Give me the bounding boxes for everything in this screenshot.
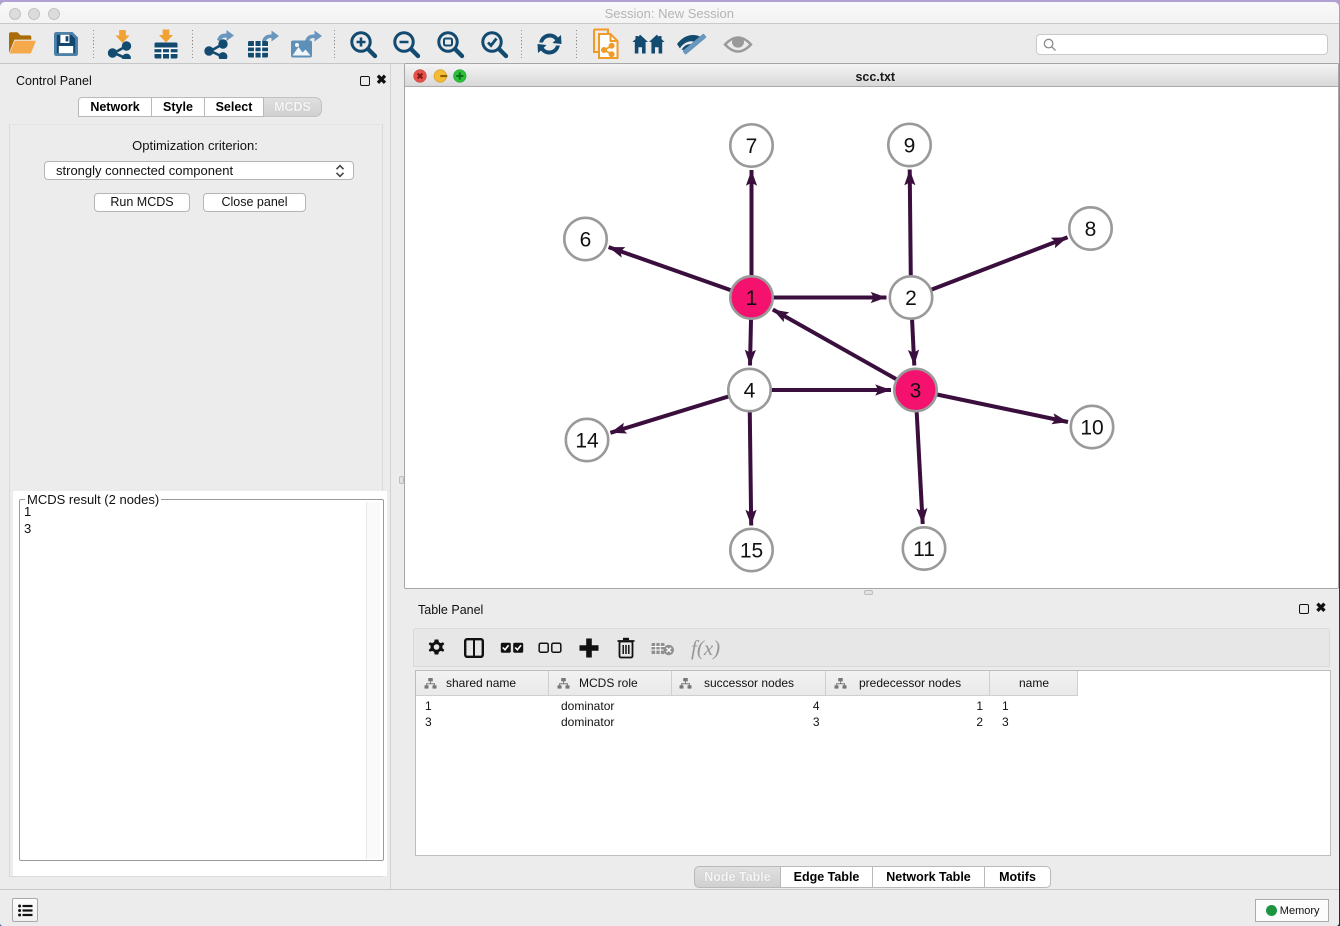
- svg-text:10: 10: [1080, 417, 1103, 440]
- svg-text:11: 11: [913, 538, 935, 561]
- svg-text:15: 15: [740, 540, 763, 563]
- svg-text:8: 8: [1085, 218, 1097, 241]
- svg-text:7: 7: [746, 135, 758, 158]
- svg-text:14: 14: [575, 430, 599, 453]
- svg-text:2: 2: [905, 287, 917, 310]
- svg-text:9: 9: [904, 135, 916, 158]
- svg-text:3: 3: [910, 380, 922, 403]
- svg-text:6: 6: [580, 229, 592, 252]
- svg-text:4: 4: [744, 380, 756, 403]
- svg-text:1: 1: [746, 287, 758, 310]
